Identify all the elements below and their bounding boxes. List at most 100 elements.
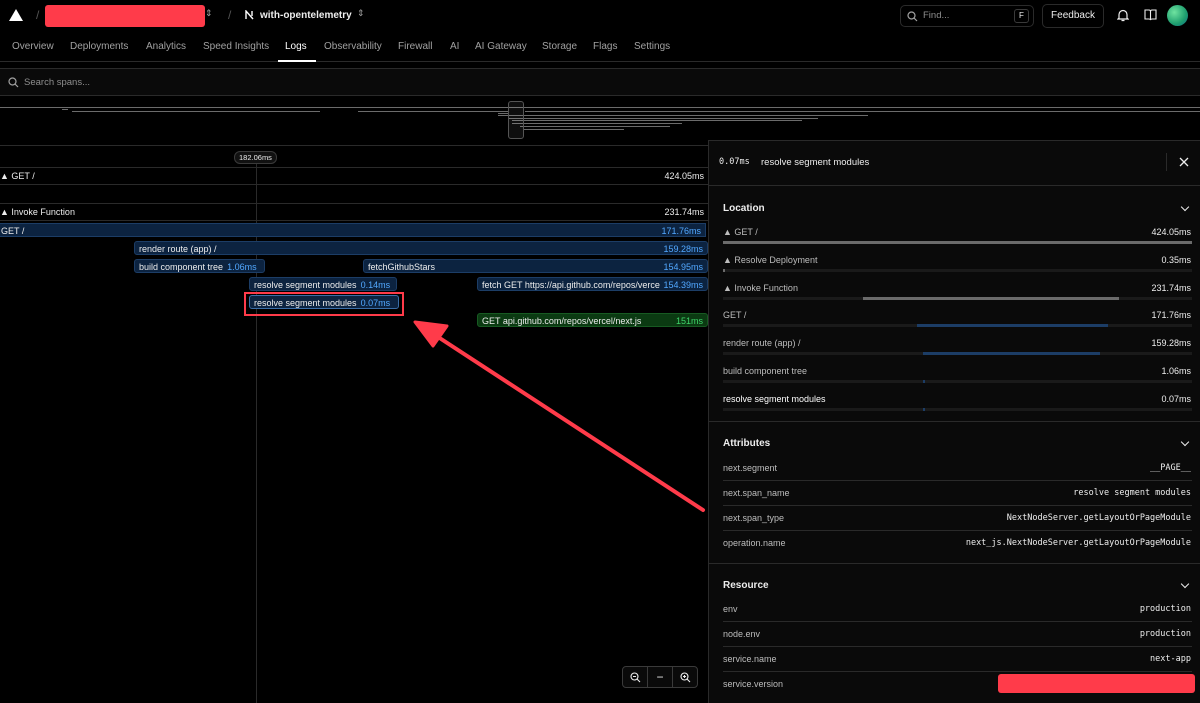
find-input[interactable]: Find... F	[900, 5, 1034, 27]
resource-key: node.env	[723, 629, 761, 639]
location-item-label[interactable]: ▲ GET /	[723, 227, 758, 237]
root-span-label[interactable]: ▲ GET /	[0, 171, 35, 181]
docs-book-icon[interactable]	[1144, 9, 1157, 21]
panel-span-title: resolve segment modules	[761, 157, 870, 168]
attribute-value: __PAGE__	[1150, 463, 1191, 473]
tab-storage[interactable]: Storage	[542, 41, 577, 52]
vercel-logo-icon[interactable]	[9, 9, 23, 21]
resource-value: production	[1139, 604, 1191, 614]
service-version-redacted	[998, 674, 1195, 693]
active-tab-indicator	[278, 60, 316, 62]
attributes-section-title: Attributes	[723, 438, 771, 449]
project-switcher-chevrons-icon[interactable]: ⇕	[357, 8, 365, 19]
span-bar-duration: 171.76ms	[661, 226, 701, 236]
tab-flags[interactable]: Flags	[593, 41, 617, 52]
notifications-bell-icon[interactable]	[1117, 9, 1129, 22]
search-spans-placeholder: Search spans...	[24, 77, 91, 88]
attribute-key: operation.name	[723, 538, 786, 548]
zoom-in-icon	[679, 672, 690, 683]
resource-value: next-app	[1150, 654, 1191, 664]
highlight-box-annotation	[244, 292, 404, 316]
top-bar: / ⇕ / with-opentelemetry ⇕ Find... F Fee…	[0, 0, 1200, 32]
location-item-value: 171.76ms	[1151, 310, 1191, 320]
attribute-value: next_js.NextNodeServer.getLayoutOrPageMo…	[965, 538, 1191, 548]
find-shortcut-key: F	[1014, 9, 1029, 23]
nextjs-project-icon	[245, 10, 254, 20]
minimap-viewport-handle[interactable]	[508, 101, 524, 139]
tab-analytics[interactable]: Analytics	[146, 41, 186, 52]
attribute-value: resolve segment modules	[1073, 488, 1191, 498]
location-duration-bar	[917, 324, 1108, 327]
tab-observability[interactable]: Observability	[324, 41, 382, 52]
location-item-label[interactable]: ▲ Resolve Deployment	[723, 255, 817, 265]
location-item-value: 424.05ms	[1151, 227, 1191, 237]
location-item-value: 0.35ms	[1161, 255, 1191, 265]
close-icon[interactable]	[1179, 157, 1189, 167]
location-item-value: 159.28ms	[1151, 338, 1191, 348]
resource-collapse-chevron-icon[interactable]	[1180, 579, 1190, 589]
location-duration-bar	[863, 297, 1119, 300]
tab-ai[interactable]: AI	[450, 41, 459, 52]
feedback-button-label: Feedback	[1051, 10, 1095, 21]
resource-value: production	[1139, 629, 1191, 639]
invoke-function-duration: 231.74ms	[664, 207, 704, 217]
span-bar-fetch-get[interactable]: fetch GET https://api.github.com/repos/v…	[477, 277, 708, 291]
team-name-redacted[interactable]	[45, 5, 205, 27]
location-item-label[interactable]: render route (app) /	[723, 338, 801, 348]
location-duration-bar	[723, 241, 1192, 244]
span-bar-resolve-segment-modules[interactable]: resolve segment modules 0.14ms	[249, 277, 397, 291]
attribute-key: next.span_type	[723, 513, 785, 523]
span-bar-get-api-github[interactable]: GET api.github.com/repos/vercel/next.js …	[477, 313, 708, 327]
location-duration-bar	[723, 269, 725, 272]
resource-key: service.name	[723, 654, 777, 664]
span-bar-label: resolve segment modules	[254, 280, 357, 290]
span-bar-duration: 0.14ms	[360, 280, 391, 290]
zoom-out-button[interactable]	[622, 666, 648, 688]
span-bar-render-route[interactable]: render route (app) / 159.28ms	[134, 241, 708, 255]
location-item-label-selected[interactable]: resolve segment modules	[723, 394, 826, 404]
span-bar-label: GET api.github.com/repos/vercel/next.js	[482, 316, 642, 326]
resource-key: service.version	[723, 679, 784, 689]
span-bar-fetch-github-stars[interactable]: fetchGithubStars 154.95ms	[363, 259, 708, 273]
span-detail-panel: 0.07ms resolve segment modules Location …	[708, 140, 1200, 703]
location-item-label[interactable]: build component tree	[723, 366, 807, 376]
location-duration-bar	[923, 352, 1100, 355]
zoom-in-button[interactable]	[672, 666, 698, 688]
tab-logs[interactable]: Logs	[285, 41, 307, 52]
span-bar-label: GET /	[1, 226, 25, 236]
location-item-label[interactable]: GET /	[723, 310, 746, 320]
search-icon	[8, 77, 19, 88]
span-bar-duration: 1.06ms	[227, 262, 257, 272]
zoom-reset-button[interactable]: −	[647, 666, 673, 688]
attributes-collapse-chevron-icon[interactable]	[1180, 437, 1190, 447]
tab-firewall[interactable]: Firewall	[398, 41, 432, 52]
search-spans-input[interactable]: Search spans...	[0, 68, 1200, 96]
resource-key: env	[723, 604, 738, 614]
span-bar-label: build component tree	[139, 262, 224, 272]
resource-section-title: Resource	[723, 580, 769, 591]
tab-overview[interactable]: Overview	[12, 41, 54, 52]
minus-icon: −	[656, 670, 664, 684]
span-bar-get[interactable]: GET / 171.76ms	[0, 223, 706, 237]
invoke-function-label[interactable]: ▲ Invoke Function	[0, 207, 75, 217]
project-name[interactable]: with-opentelemetry	[260, 10, 352, 21]
user-avatar[interactable]	[1167, 5, 1188, 26]
span-bar-label: render route (app) /	[139, 244, 217, 254]
breadcrumb-separator-icon: /	[228, 8, 232, 22]
panel-divider	[1166, 153, 1167, 171]
feedback-button[interactable]: Feedback	[1042, 4, 1104, 28]
team-switcher-chevrons-icon[interactable]: ⇕	[205, 8, 213, 19]
trace-timeline: 182.06ms ▲ GET / 424.05ms ▲ Invoke Funct…	[0, 146, 708, 703]
attribute-key: next.span_name	[723, 488, 790, 498]
span-bar-duration: 154.95ms	[663, 262, 703, 272]
cursor-time-label: 182.06ms	[234, 151, 277, 164]
span-bar-duration: 159.28ms	[663, 244, 703, 254]
span-bar-build-component-tree[interactable]: build component tree 1.06ms	[134, 259, 265, 273]
attribute-key: next.segment	[723, 463, 778, 473]
tab-ai-gateway[interactable]: AI Gateway	[475, 41, 527, 52]
location-item-label[interactable]: ▲ Invoke Function	[723, 283, 798, 293]
tab-settings[interactable]: Settings	[634, 41, 670, 52]
location-collapse-chevron-icon[interactable]	[1180, 202, 1190, 212]
tab-speed-insights[interactable]: Speed Insights	[203, 41, 269, 52]
tab-deployments[interactable]: Deployments	[70, 41, 128, 52]
